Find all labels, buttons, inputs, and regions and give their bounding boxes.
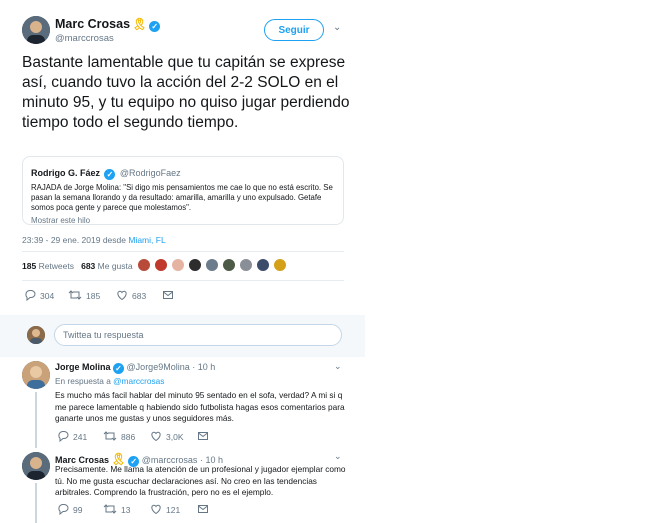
quote-text: RAJADA de Jorge Molina: "Si digo mis pen… bbox=[31, 183, 333, 212]
like-button[interactable]: 3,0K bbox=[150, 430, 184, 442]
retweets-count[interactable]: 185 bbox=[22, 261, 36, 271]
quote-author-handle: @RodrigoFaez bbox=[119, 168, 181, 178]
reply-text: Precisamente. Me llama la atención de un… bbox=[55, 464, 346, 497]
chevron-down-icon[interactable]: ⌄ bbox=[334, 451, 342, 462]
reply-button[interactable]: 241 bbox=[57, 430, 87, 442]
retweet-button[interactable]: 13 bbox=[103, 503, 130, 515]
in-reply-to-handle[interactable]: @marccrosas bbox=[113, 376, 164, 386]
thread-connector bbox=[35, 483, 37, 523]
engagement-stats: 185 Retweets 683 Me gusta bbox=[22, 261, 133, 271]
like-count: 3,0K bbox=[166, 432, 184, 442]
retweet-icon bbox=[103, 431, 117, 441]
chevron-down-icon[interactable]: ⌄ bbox=[334, 361, 342, 372]
liker-avatar[interactable] bbox=[205, 258, 219, 272]
reply-avatar[interactable] bbox=[22, 452, 50, 480]
liker-avatar[interactable] bbox=[222, 258, 236, 272]
reply-icon bbox=[58, 504, 69, 515]
reply-icon bbox=[25, 290, 36, 301]
reply-actions: 241 886 3,0K bbox=[55, 430, 255, 444]
reply-count: 99 bbox=[73, 505, 83, 515]
verified-badge-icon: ✓ bbox=[149, 21, 161, 32]
like-count: 121 bbox=[166, 505, 181, 515]
tweet-timestamp: 23:39 - 29 ene. 2019 desde Miami, FL bbox=[22, 235, 166, 245]
reply-author-name[interactable]: Jorge Molina bbox=[55, 362, 111, 372]
likes-label[interactable]: Me gusta bbox=[98, 261, 133, 271]
direct-message-button[interactable] bbox=[197, 503, 209, 515]
direct-message-button[interactable] bbox=[197, 430, 209, 442]
in-reply-to: En respuesta a @marccrosas bbox=[55, 376, 164, 386]
retweets-label[interactable]: Retweets bbox=[39, 261, 74, 271]
retweet-count: 13 bbox=[121, 505, 131, 515]
current-user-avatar bbox=[27, 326, 45, 344]
divider bbox=[22, 280, 344, 281]
reply-avatar[interactable] bbox=[22, 361, 50, 389]
liker-avatar[interactable] bbox=[171, 258, 185, 272]
quoted-tweet[interactable]: Rodrigo G. Fáez ✓ @RodrigoFaez RAJADA de… bbox=[22, 156, 344, 225]
liker-avatar[interactable] bbox=[239, 258, 253, 272]
reply-button[interactable]: 304 bbox=[24, 289, 54, 301]
location-link[interactable]: Miami, FL bbox=[128, 235, 165, 245]
heart-icon bbox=[151, 504, 161, 515]
author-avatar[interactable] bbox=[22, 16, 50, 44]
reply-count: 304 bbox=[40, 291, 55, 301]
reply-author-handle[interactable]: @Jorge9Molina bbox=[127, 362, 190, 372]
retweet-button[interactable]: 185 bbox=[68, 289, 100, 301]
liker-avatar[interactable] bbox=[137, 258, 151, 272]
reply-actions: 99 13 121 bbox=[55, 503, 255, 517]
yellow-ribbon-icon: 🎗 bbox=[132, 17, 148, 31]
tweet-actions: 304 185 683 bbox=[22, 289, 344, 303]
reply-count: 241 bbox=[73, 432, 88, 442]
thread-connector bbox=[35, 392, 37, 448]
liker-avatar[interactable] bbox=[256, 258, 270, 272]
retweet-icon bbox=[103, 504, 117, 514]
heart-icon bbox=[117, 290, 127, 301]
in-reply-to-label: En respuesta a bbox=[55, 376, 111, 386]
author-handle[interactable]: @marccrosas bbox=[55, 33, 114, 44]
reply-text: Es mucho más facil hablar del minuto 95 … bbox=[55, 390, 345, 423]
retweet-button[interactable]: 886 bbox=[103, 430, 135, 442]
author-name-row[interactable]: Marc Crosas 🎗 ✓ bbox=[55, 17, 161, 32]
liker-avatar[interactable] bbox=[188, 258, 202, 272]
direct-message-icon bbox=[198, 505, 208, 513]
direct-message-button[interactable] bbox=[162, 289, 174, 301]
chevron-down-icon[interactable]: ⌄ bbox=[333, 22, 341, 33]
verified-badge-icon: ✓ bbox=[113, 363, 125, 374]
reply-icon bbox=[58, 431, 69, 442]
reply-time[interactable]: · 10 h bbox=[192, 362, 215, 372]
like-button[interactable]: 683 bbox=[116, 289, 146, 301]
liker-avatar[interactable] bbox=[273, 258, 287, 272]
like-count: 683 bbox=[132, 291, 147, 301]
liker-avatar[interactable] bbox=[154, 258, 168, 272]
verified-badge-icon: ✓ bbox=[104, 169, 116, 180]
direct-message-icon bbox=[163, 291, 173, 299]
reply-input[interactable] bbox=[54, 324, 342, 346]
timestamp-text: 23:39 - 29 ene. 2019 desde bbox=[22, 235, 126, 245]
divider bbox=[22, 251, 344, 252]
tweet-text: Bastante lamentable que tu capitán se ex… bbox=[22, 54, 350, 131]
author-name[interactable]: Marc Crosas bbox=[55, 17, 130, 31]
heart-icon bbox=[151, 431, 161, 442]
retweet-icon bbox=[68, 290, 82, 300]
follow-button[interactable]: Seguir bbox=[264, 19, 324, 41]
reply-header[interactable]: Jorge Molina ✓ @Jorge9Molina · 10 h bbox=[55, 362, 215, 374]
likes-count[interactable]: 683 bbox=[81, 261, 95, 271]
retweet-count: 185 bbox=[86, 291, 101, 301]
quote-author-name: Rodrigo G. Fáez bbox=[31, 168, 101, 178]
reply-button[interactable]: 99 bbox=[57, 503, 82, 515]
like-button[interactable]: 121 bbox=[150, 503, 180, 515]
retweet-count: 886 bbox=[121, 432, 136, 442]
show-thread-link[interactable]: Mostrar este hilo bbox=[31, 216, 335, 225]
direct-message-icon bbox=[198, 432, 208, 440]
tweet-detail-card: Marc Crosas 🎗 ✓ @marccrosas Seguir ⌄ Basta… bbox=[0, 0, 365, 523]
